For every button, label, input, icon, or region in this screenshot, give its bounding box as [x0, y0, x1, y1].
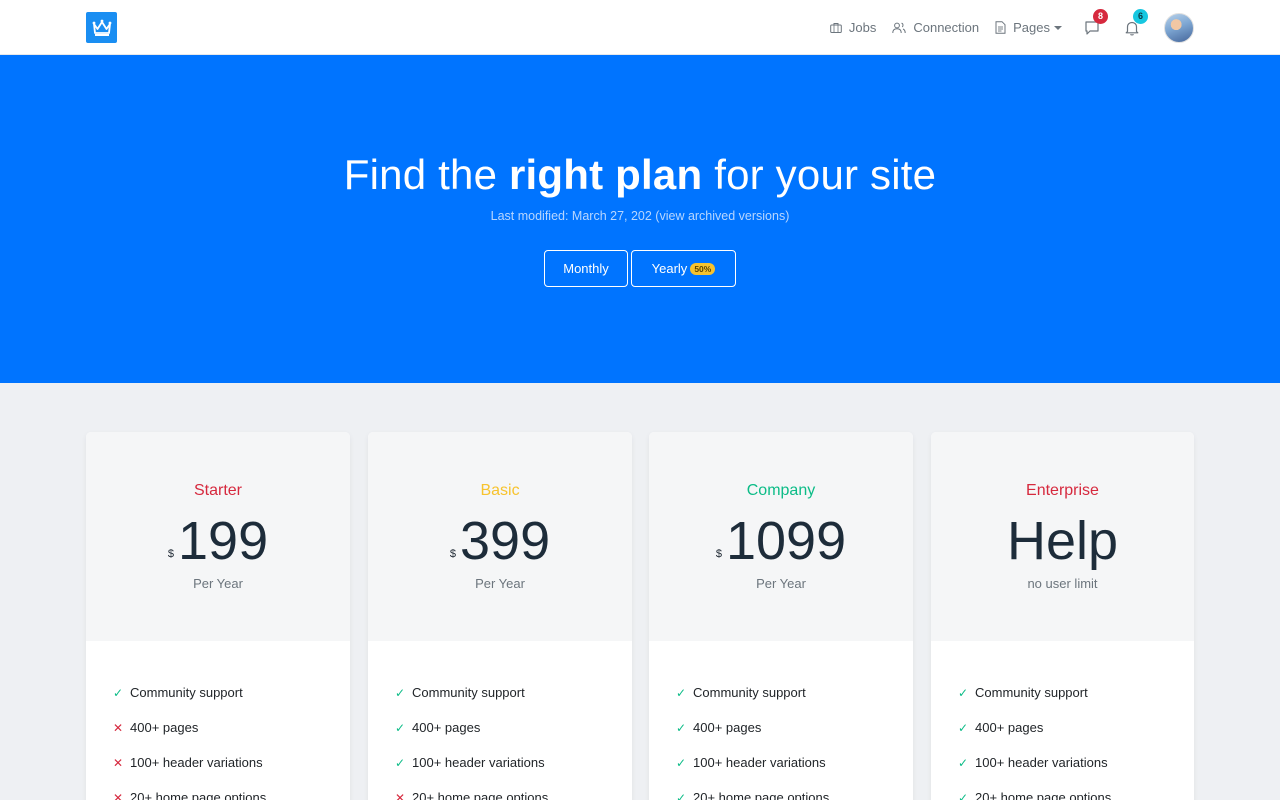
messages-button[interactable]: 8 [1082, 8, 1108, 38]
nav-connection-label: Connection [913, 20, 980, 35]
check-icon: ✓ [675, 720, 687, 735]
page-title: Find the right plan for your site [343, 151, 937, 198]
plan-price: 199 [178, 511, 269, 571]
feature-item: ✓ Community support [675, 685, 806, 700]
feature-item: ✓ Community support [112, 685, 243, 700]
plan-period: Per Year [475, 576, 525, 591]
last-modified-text: Last modified: March 27, 202 (view archi… [490, 209, 790, 223]
feature-item: ✓ 100+ header variations [394, 755, 545, 770]
feature-list: ✓ Community support ✕ 400+ pages ✕ 100+ hea… [86, 641, 350, 800]
feature-item: ✕ 400+ pages [112, 720, 199, 735]
feature-item: ✓ 100+ header variations [957, 755, 1108, 770]
crown-icon[interactable] [86, 12, 117, 43]
plan-price: 399 [460, 511, 551, 571]
monthly-button[interactable]: Monthly [544, 250, 628, 287]
chevron-down-icon [1054, 25, 1062, 30]
plan-card-company: Company $1099 Per Year ✓ Community suppor… [649, 432, 913, 800]
cross-icon: ✕ [112, 755, 124, 770]
plan-card-enterprise: Enterprise Help no user limit ✓ Community… [931, 432, 1194, 800]
notifications-button[interactable]: 6 [1122, 8, 1148, 38]
feature-item: ✓ 20+ home page options [956, 780, 1194, 800]
feature-item: ✕ 20+ home page options [393, 780, 632, 800]
plan-currency: $ [167, 548, 174, 560]
check-icon: ✓ [957, 790, 969, 800]
nav-connection[interactable]: Connection [892, 20, 979, 35]
plan-currency: $ [715, 548, 722, 560]
billing-toggle: Monthly Yearly 50% [544, 250, 736, 287]
check-icon: ✓ [957, 755, 969, 770]
plan-period: Per Year [193, 576, 243, 591]
feature-item: ✓ 20+ home page options [674, 780, 913, 800]
check-icon: ✓ [394, 685, 406, 700]
plan-name: Company [746, 482, 816, 499]
check-icon: ✓ [675, 790, 687, 800]
feature-item: ✓ Community support [957, 685, 1088, 700]
cross-icon: ✕ [394, 790, 406, 800]
check-icon: ✓ [957, 720, 969, 735]
discount-badge: 50% [690, 262, 716, 275]
check-icon: ✓ [675, 685, 687, 700]
feature-item: ✓ 100+ header variations [675, 755, 826, 770]
yearly-button[interactable]: Yearly 50% [631, 250, 736, 287]
messages-count-badge: 8 [1093, 8, 1108, 24]
feature-list: ✓ Community support ✓ 400+ pages ✓ 100+ hea… [368, 641, 632, 800]
plan-name: Starter [193, 482, 242, 499]
nav-pages-dropdown[interactable]: Pages [995, 20, 1062, 35]
plan-price: Help [1006, 511, 1119, 571]
feature-item: ✕ 100+ header variations [112, 755, 263, 770]
cross-icon: ✕ [112, 720, 124, 735]
people-icon [892, 22, 907, 33]
plan-price: 1099 [725, 511, 847, 571]
feature-item: ✓ 400+ pages [957, 720, 1044, 735]
avatar[interactable] [1164, 12, 1194, 43]
feature-item: ✕ 20+ home page options [111, 780, 350, 800]
feature-item: ✓ Community support [394, 685, 525, 700]
hero-banner: Find the right plan for your site Last m… [0, 55, 1280, 383]
notifications-count-badge: 6 [1133, 8, 1148, 24]
feature-list: ✓ Community support ✓ 400+ pages ✓ 100+ hea… [649, 641, 913, 800]
file-icon [995, 21, 1006, 34]
top-navbar: Jobs Connection Pages 8 6 [0, 0, 1280, 55]
nav-jobs-label: Jobs [848, 20, 877, 35]
plan-currency: $ [449, 548, 456, 560]
plan-card-basic: Basic $399 Per Year ✓ Community support ✓… [368, 432, 632, 800]
plan-card-starter: Starter $199 Per Year ✓ Community support… [86, 432, 350, 800]
check-icon: ✓ [394, 755, 406, 770]
nav-jobs[interactable]: Jobs [830, 20, 876, 35]
feature-list: ✓ Community support ✓ 400+ pages ✓ 100+ hea… [931, 641, 1194, 800]
check-icon: ✓ [675, 755, 687, 770]
check-icon: ✓ [112, 685, 124, 700]
plan-period: Per Year [756, 576, 806, 591]
feature-item: ✓ 400+ pages [394, 720, 481, 735]
check-icon: ✓ [957, 685, 969, 700]
feature-item: ✓ 400+ pages [675, 720, 762, 735]
plan-period: no user limit [1027, 576, 1098, 591]
plan-name: Basic [480, 482, 520, 499]
plan-name: Enterprise [1026, 482, 1099, 499]
cross-icon: ✕ [112, 790, 124, 800]
briefcase-icon [830, 22, 842, 33]
nav-pages-label: Pages [1013, 20, 1050, 35]
check-icon: ✓ [394, 720, 406, 735]
